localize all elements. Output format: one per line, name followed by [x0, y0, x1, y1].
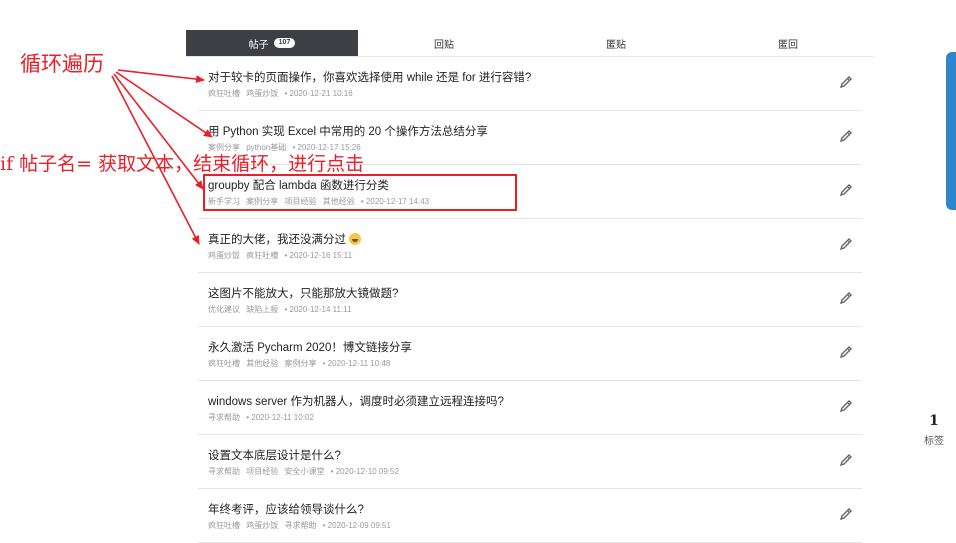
post-date: • 2020-12-14 11:11 [284, 305, 352, 314]
post-title-link[interactable]: windows server 作为机器人，调度时必须建立远程连接吗? [208, 393, 504, 409]
post-meta: 新手学习 案例分享 项目经验 其他经验 • 2020-12-17 14:43 [208, 196, 429, 207]
post-tag[interactable]: 其他经验 [246, 359, 278, 368]
tab-posts[interactable]: 帖子 107 [186, 30, 358, 56]
tab-replies-label: 回贴 [434, 39, 454, 51]
post-tag[interactable]: 案例分享 [246, 197, 278, 206]
pencil-icon[interactable] [839, 507, 853, 521]
post-tag[interactable]: 寻求帮助 [208, 413, 240, 422]
post-tag[interactable]: 缺陷上报 [246, 305, 278, 314]
post-meta: 疯狂吐槽 其他经验 案例分享 • 2020-12-11 10:48 [208, 358, 390, 369]
pencil-icon[interactable] [839, 399, 853, 413]
post-title-link[interactable]: 永久激活 Pycharm 2020！博文链接分享 [208, 339, 412, 355]
post-tag[interactable]: 其他经验 [323, 197, 355, 206]
post-date: • 2020-12-10 09:52 [330, 467, 399, 476]
annotation-condition-label: if 帖子名= 获取文本，结束循环，进行点击 [0, 153, 365, 175]
tab-replies[interactable]: 回贴 [358, 30, 530, 56]
pencil-icon[interactable] [839, 237, 853, 251]
post-title-link[interactable]: 这图片不能放大，只能那放大镜做题? [208, 285, 398, 301]
pencil-icon[interactable] [839, 75, 853, 89]
tab-anonymous-replies-label: 匿回 [778, 39, 798, 51]
pencil-icon[interactable] [839, 183, 853, 197]
post-tag[interactable]: 新手学习 [208, 197, 240, 206]
annotation-arrow [117, 69, 205, 84]
tab-posts-label: 帖子 [248, 39, 269, 51]
post-row: 年终考评，应该给领导谈什么? 疯狂吐槽 鸡蛋炒饭 寻求帮助 • 2020-12-… [198, 489, 862, 543]
side-banner[interactable] [946, 52, 956, 210]
post-tag[interactable]: 疯狂吐槽 [208, 359, 240, 368]
post-title-link[interactable]: groupby 配合 lambda 函数进行分类 [208, 177, 389, 193]
post-tag[interactable]: 鸡蛋炒饭 [208, 251, 240, 260]
tab-posts-count-badge: 107 [273, 38, 296, 48]
post-tag[interactable]: 寻求帮助 [284, 521, 316, 530]
pencil-icon[interactable] [839, 291, 853, 305]
post-tag[interactable]: 鸡蛋炒饭 [246, 521, 278, 530]
post-date: • 2020-12-09 09:51 [322, 521, 391, 530]
post-date: • 2020-12-21 10:16 [284, 89, 353, 98]
tag-count: 1 [929, 413, 939, 429]
post-meta: 寻求帮助 项目经验 安全小课堂 • 2020-12-10 09:52 [208, 466, 399, 477]
post-tag[interactable]: 疯狂吐槽 [246, 251, 278, 260]
post-meta: 疯狂吐槽 鸡蛋炒饭 寻求帮助 • 2020-12-09 09:51 [208, 520, 391, 531]
post-date: • 2020-12-11 10:48 [322, 359, 391, 368]
post-date: • 2020-12-16 15:11 [284, 251, 353, 260]
post-meta: 优化建议 缺陷上报 • 2020-12-14 11:11 [208, 304, 351, 315]
post-tag[interactable]: 寻求帮助 [208, 467, 240, 476]
tab-anonymous-posts[interactable]: 匿贴 [530, 30, 702, 56]
post-title-link[interactable]: 设置文本底层设计是什么? [208, 447, 341, 463]
pencil-icon[interactable] [839, 453, 853, 467]
post-row: 这图片不能放大，只能那放大镜做题? 优化建议 缺陷上报 • 2020-12-14… [198, 273, 862, 327]
post-list: 对于较卡的页面操作，你喜欢选择使用 while 还是 for 进行容错? 疯狂吐… [198, 57, 862, 543]
post-tag[interactable]: 项目经验 [284, 197, 316, 206]
post-meta: 寻求帮助 • 2020-12-11 10:02 [208, 412, 314, 423]
post-row: 真正的大佬，我还没满分过 鸡蛋炒饭 疯狂吐槽 • 2020-12-16 15:1… [198, 219, 862, 273]
post-tag[interactable]: 项目经验 [246, 467, 278, 476]
pencil-icon[interactable] [839, 345, 853, 359]
post-title-text: 真正的大佬，我还没满分过 [208, 234, 346, 246]
pencil-icon[interactable] [839, 129, 853, 143]
tag-count-label: 标签 [924, 436, 944, 447]
post-meta: 鸡蛋炒饭 疯狂吐槽 • 2020-12-16 15:11 [208, 250, 352, 261]
post-tag[interactable]: 优化建议 [208, 305, 240, 314]
post-title-link[interactable]: 真正的大佬，我还没满分过 [208, 231, 361, 247]
post-row: 设置文本底层设计是什么? 寻求帮助 项目经验 安全小课堂 • 2020-12-1… [198, 435, 862, 489]
post-meta: 疯狂吐槽 鸡蛋炒饭 • 2020-12-21 10:16 [208, 88, 353, 99]
post-tag[interactable]: 安全小课堂 [284, 467, 324, 476]
post-title-link[interactable]: 对于较卡的页面操作，你喜欢选择使用 while 还是 for 进行容错? [208, 69, 531, 85]
post-row: 永久激活 Pycharm 2020！博文链接分享 疯狂吐槽 其他经验 案例分享 … [198, 327, 862, 381]
post-date: • 2020-12-11 10:02 [246, 413, 314, 422]
tab-anonymous-posts-label: 匿贴 [606, 39, 626, 51]
post-tag[interactable]: 疯狂吐槽 [208, 521, 240, 530]
tab-anonymous-replies[interactable]: 匿回 [702, 30, 874, 56]
post-title-link[interactable]: 用 Python 实现 Excel 中常用的 20 个操作方法总结分享 [208, 123, 488, 139]
post-tabs: 帖子 107 回贴 匿贴 匿回 [186, 30, 874, 57]
post-tag[interactable]: 案例分享 [284, 359, 316, 368]
post-tag[interactable]: 疯狂吐槽 [208, 89, 240, 98]
post-row: 对于较卡的页面操作，你喜欢选择使用 while 还是 for 进行容错? 疯狂吐… [198, 57, 862, 111]
post-row: windows server 作为机器人，调度时必须建立远程连接吗? 寻求帮助 … [198, 381, 862, 435]
post-tag[interactable]: 鸡蛋炒饭 [246, 89, 278, 98]
post-title-link[interactable]: 年终考评，应该给领导谈什么? [208, 501, 364, 517]
laughing-emoji-icon [349, 233, 361, 245]
annotation-loop-label: 循环遍历 [20, 52, 104, 76]
post-date: • 2020-12-17 14:43 [360, 197, 430, 206]
